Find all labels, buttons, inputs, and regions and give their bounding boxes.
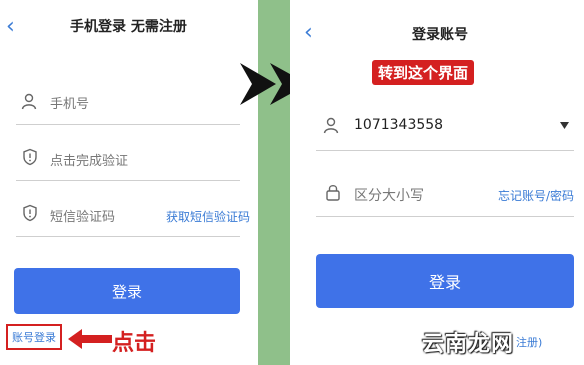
dropdown-caret-icon[interactable] — [560, 122, 569, 129]
get-sms-code-link[interactable]: 获取短信验证码 — [166, 208, 250, 225]
login-button[interactable]: 登录 — [14, 268, 240, 314]
page-title: 登录账号 — [412, 27, 468, 43]
shield-icon — [23, 148, 37, 166]
user-icon — [323, 117, 339, 134]
watermark: 云南龙网 注册) — [422, 324, 584, 360]
watermark-text: 云南龙网 — [422, 332, 515, 357]
account-input[interactable]: 1071343558 — [354, 117, 443, 133]
back-icon[interactable]: ‹ — [6, 16, 15, 38]
divider — [16, 124, 240, 125]
user-icon — [21, 93, 37, 110]
phone-input[interactable]: 手机号 — [50, 93, 89, 112]
sms-code-input[interactable]: 短信验证码 — [50, 206, 115, 225]
account-login-screen: ‹ 登录账号 转到这个界面 1071343558 区分大小写 忘记账号/密码 登… — [290, 0, 584, 365]
login-button[interactable]: 登录 — [316, 254, 574, 308]
divider — [316, 216, 574, 217]
divider — [16, 180, 240, 181]
phone-login-screen: ‹ 手机登录 无需注册 手机号 点击完成验证 短信验证码 获取短信验证码 登录 … — [0, 0, 258, 365]
red-left-arrow-icon — [68, 329, 112, 349]
divider — [316, 150, 574, 151]
click-callout: 点击 — [112, 331, 157, 356]
shield-icon — [23, 204, 37, 222]
captcha-verify-field[interactable]: 点击完成验证 — [50, 150, 128, 169]
watermark-trailing-text: 注册) — [516, 336, 543, 349]
forgot-password-link[interactable]: 忘记账号/密码 — [498, 187, 574, 204]
lock-icon — [326, 185, 340, 201]
redirect-callout: 转到这个界面 — [372, 60, 475, 85]
divider — [16, 236, 240, 237]
page-title: 手机登录 无需注册 — [70, 19, 187, 35]
password-input[interactable]: 区分大小写 — [354, 185, 424, 205]
account-login-link[interactable]: 账号登录 — [6, 324, 62, 350]
back-icon[interactable]: ‹ — [304, 22, 313, 44]
